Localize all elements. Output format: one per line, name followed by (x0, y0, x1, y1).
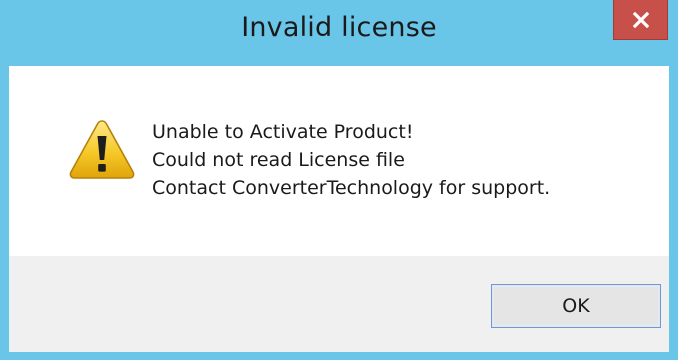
ok-button[interactable]: OK (491, 284, 661, 328)
message-line: Unable to Activate Product! (152, 121, 414, 143)
close-button[interactable] (613, 0, 668, 40)
message-line: Could not read License file (152, 149, 405, 171)
title-bar[interactable]: Invalid license (0, 0, 678, 66)
message-text: Unable to Activate Product! Could not re… (152, 118, 550, 202)
close-icon (632, 11, 649, 28)
ok-button-label: OK (562, 295, 590, 317)
dialog-window: Invalid license Unable to Activate Produ… (0, 0, 678, 360)
message-panel: Unable to Activate Product! Could not re… (9, 66, 669, 256)
button-bar: OK (9, 256, 669, 352)
warning-icon (69, 120, 135, 179)
dialog-client-area: Unable to Activate Product! Could not re… (9, 66, 669, 352)
message-line: Contact ConverterTechnology for support. (152, 177, 551, 199)
dialog-title: Invalid license (241, 12, 437, 43)
